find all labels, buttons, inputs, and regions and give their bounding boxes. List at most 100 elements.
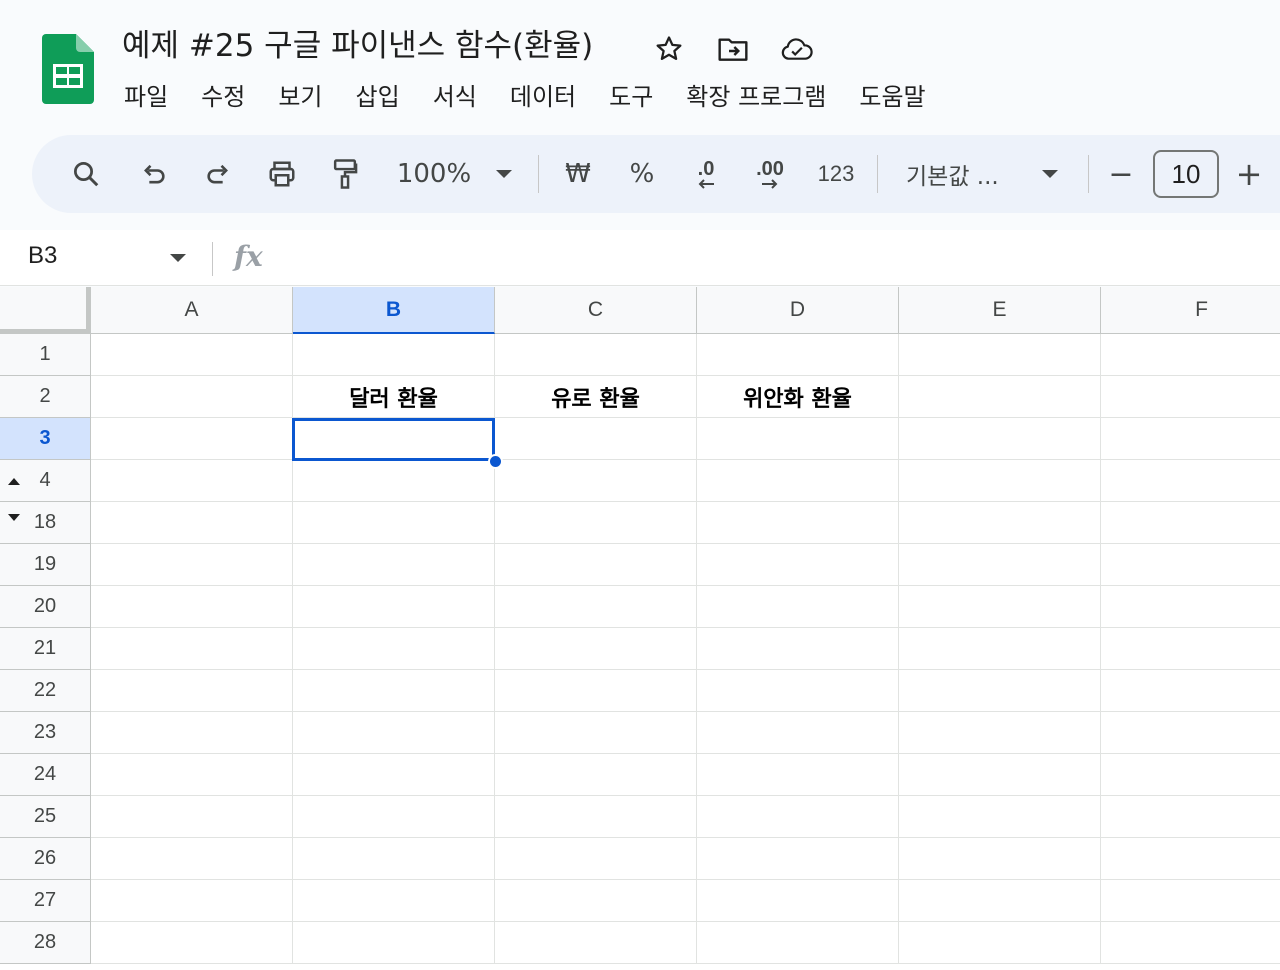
grid-cell[interactable] [697, 880, 899, 922]
grid-cell[interactable] [495, 712, 697, 754]
grid-cell[interactable] [899, 586, 1101, 628]
grid-cell[interactable] [495, 796, 697, 838]
decrease-decimal-button[interactable]: .0 [684, 154, 728, 194]
row-header-19[interactable]: 19 [0, 544, 91, 586]
undo-icon[interactable] [136, 154, 172, 194]
paint-format-icon[interactable] [328, 154, 362, 194]
grid-cell[interactable] [697, 544, 899, 586]
row-header-18[interactable]: 18 [0, 502, 91, 544]
percent-format-button[interactable]: % [624, 154, 660, 194]
row-header-28[interactable]: 28 [0, 922, 91, 964]
grid-cell[interactable] [495, 628, 697, 670]
grid-cell[interactable] [1101, 376, 1280, 418]
row-header-1[interactable]: 1 [0, 334, 91, 376]
grid-cell[interactable] [293, 628, 495, 670]
grid-cell[interactable] [1101, 838, 1280, 880]
column-header-a[interactable]: A [91, 287, 293, 334]
grid-cell[interactable] [293, 460, 495, 502]
grid-cell[interactable] [1101, 418, 1280, 460]
column-header-e[interactable]: E [899, 287, 1101, 334]
grid-cell[interactable] [293, 502, 495, 544]
grid-cell[interactable] [899, 376, 1101, 418]
grid-cell[interactable] [899, 544, 1101, 586]
grid-cell[interactable] [91, 502, 293, 544]
star-icon[interactable] [652, 32, 686, 66]
grid-cell[interactable] [293, 544, 495, 586]
increase-decimal-button[interactable]: .00 [748, 154, 792, 194]
row-header-26[interactable]: 26 [0, 838, 91, 880]
grid-cell[interactable] [697, 628, 899, 670]
grid-cell[interactable] [697, 712, 899, 754]
grid-cell[interactable] [1101, 460, 1280, 502]
grid-cell[interactable] [91, 670, 293, 712]
print-icon[interactable] [263, 154, 301, 194]
grid-cell[interactable] [697, 334, 899, 376]
grid-cell[interactable] [495, 544, 697, 586]
grid-cell[interactable] [495, 460, 697, 502]
grid-cell[interactable] [899, 502, 1101, 544]
grid-cell[interactable] [495, 922, 697, 964]
cell-d2[interactable]: 위안화 환율 [697, 376, 899, 418]
grid-cell[interactable] [899, 670, 1101, 712]
grid-cell[interactable] [697, 796, 899, 838]
fill-handle[interactable] [488, 454, 503, 469]
more-formats-button[interactable]: 123 [810, 154, 862, 194]
grid-cell[interactable] [899, 712, 1101, 754]
grid-cell[interactable] [495, 418, 697, 460]
grid-cell[interactable] [293, 880, 495, 922]
name-box-dropdown-icon[interactable] [170, 254, 186, 262]
grid-cell[interactable] [91, 544, 293, 586]
row-header-4[interactable]: 4 [0, 460, 91, 502]
move-folder-icon[interactable] [716, 32, 750, 66]
grid-cell[interactable] [91, 796, 293, 838]
cell-c2[interactable]: 유로 환율 [495, 376, 697, 418]
row-header-2[interactable]: 2 [0, 376, 91, 418]
menu-data[interactable]: 데이터 [498, 77, 587, 112]
grid-cell[interactable] [899, 754, 1101, 796]
grid-cell[interactable] [899, 418, 1101, 460]
grid-cell[interactable] [293, 670, 495, 712]
grid-cell[interactable] [899, 796, 1101, 838]
row-header-24[interactable]: 24 [0, 754, 91, 796]
document-title[interactable]: 예제 #25 구글 파이낸스 함수(환율) [122, 26, 593, 66]
grid-cell[interactable] [293, 712, 495, 754]
grid-cell[interactable] [697, 838, 899, 880]
hidden-rows-expand-up-icon[interactable] [8, 478, 20, 485]
grid-cell[interactable] [293, 586, 495, 628]
menu-view[interactable]: 보기 [266, 77, 333, 112]
menu-extensions[interactable]: 확장 프로그램 [674, 77, 837, 112]
grid-cell[interactable] [91, 880, 293, 922]
increase-font-size-button[interactable]: + [1234, 154, 1264, 194]
currency-format-button[interactable]: ₩ [560, 154, 596, 194]
row-header-23[interactable]: 23 [0, 712, 91, 754]
row-header-3[interactable]: 3 [0, 418, 91, 460]
grid-cell[interactable] [899, 880, 1101, 922]
grid-cell[interactable] [697, 670, 899, 712]
grid-cell[interactable] [293, 796, 495, 838]
grid-cell[interactable] [91, 754, 293, 796]
font-dropdown-arrow-icon[interactable] [1040, 154, 1060, 194]
decrease-font-size-button[interactable]: − [1106, 154, 1136, 194]
menu-file[interactable]: 파일 [112, 77, 179, 112]
sheets-logo-icon[interactable] [42, 34, 94, 104]
grid-cell[interactable] [1101, 670, 1280, 712]
font-size-input[interactable]: 10 [1153, 150, 1219, 198]
grid-cell[interactable] [899, 838, 1101, 880]
menu-edit[interactable]: 수정 [189, 77, 256, 112]
grid-cell[interactable] [495, 670, 697, 712]
row-header-22[interactable]: 22 [0, 670, 91, 712]
grid-cell[interactable] [1101, 712, 1280, 754]
grid-cell[interactable] [697, 586, 899, 628]
grid-cell[interactable] [91, 628, 293, 670]
grid-cell[interactable] [1101, 502, 1280, 544]
grid-cell[interactable] [697, 502, 899, 544]
name-box[interactable]: B3 [28, 242, 57, 270]
grid-cell[interactable] [293, 754, 495, 796]
menu-tools[interactable]: 도구 [597, 77, 664, 112]
grid-cell[interactable] [697, 754, 899, 796]
grid-cell[interactable] [1101, 796, 1280, 838]
zoom-select[interactable]: 100% [394, 154, 474, 194]
grid-cell[interactable] [899, 922, 1101, 964]
grid-cell[interactable] [293, 922, 495, 964]
grid-cell[interactable] [495, 502, 697, 544]
